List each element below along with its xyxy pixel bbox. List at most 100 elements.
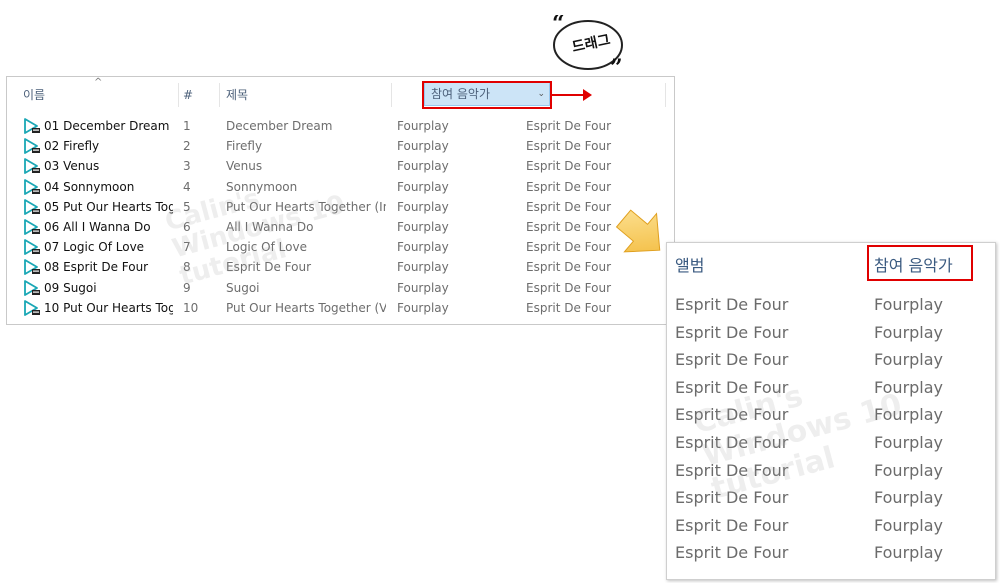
column-divider[interactable] (391, 83, 392, 107)
table-row[interactable]: 08 Esprit De Four 8 Esprit De Four Fourplay… (7, 257, 674, 277)
file-name-cell[interactable]: 08 Esprit De Four (23, 257, 173, 277)
track-artist: Fourplay (397, 300, 449, 315)
table-row[interactable]: 06 All I Wanna Do 6 All I Wanna Do Fourplay… (7, 217, 674, 237)
file-name-cell[interactable]: 01 December Dream (23, 116, 173, 136)
file-name-cell[interactable]: 06 All I Wanna Do (23, 217, 173, 237)
file-name: 01 December Dream (44, 119, 170, 133)
track-number: 6 (183, 219, 191, 234)
zoomed-row: Esprit De Four Fourplay (667, 349, 995, 377)
column-header-title[interactable]: 제목 (220, 77, 390, 111)
track-artist: Fourplay (397, 240, 449, 255)
file-name: 10 Put Our Hearts Tog... (44, 300, 173, 315)
audio-file-icon (23, 158, 41, 175)
track-number: 10 (183, 300, 199, 315)
file-name-cell[interactable]: 10 Put Our Hearts Tog... (23, 298, 173, 318)
zoomed-artist: Fourplay (874, 488, 944, 508)
table-row[interactable]: 09 Sugoi 9 Sugoi Fourplay Esprit De Four (7, 278, 674, 298)
table-row[interactable]: 04 Sonnymoon 4 Sonnymoon Fourplay Esprit De … (7, 177, 674, 197)
table-row[interactable]: 07 Logic Of Love 7 Logic Of Love Fourplay Es… (7, 237, 674, 257)
zoomed-artist: Fourplay (874, 460, 944, 480)
track-title: Put Our Hearts Together (Ins... (226, 199, 386, 214)
audio-file-icon (23, 239, 41, 256)
zoomed-row: Esprit De Four Fourplay (667, 460, 995, 488)
track-artist: Fourplay (397, 139, 449, 154)
zoomed-row: Esprit De Four Fourplay (667, 432, 995, 460)
zoomed-row: Esprit De Four Fourplay (667, 515, 995, 543)
file-list-view: ^ 이름 # 제목 참여 음악가 ⌄ 01 December Dream 1 Dec… (6, 76, 675, 325)
file-name: 05 Put Our Hearts Tog... (44, 199, 173, 214)
track-title: Sonnymoon (226, 179, 298, 194)
track-album: Esprit De Four (526, 139, 612, 154)
zoomed-artist: Fourplay (874, 377, 944, 397)
track-artist: Fourplay (397, 179, 449, 194)
track-number: 5 (183, 199, 191, 214)
table-row[interactable]: 10 Put Our Hearts Tog... 10 Put Our Hearts… (7, 298, 674, 318)
column-header-name[interactable]: 이름 (17, 77, 177, 111)
zoomed-album: Esprit De Four (675, 295, 789, 314)
zoomed-row: Esprit De Four Fourplay (667, 377, 995, 405)
track-artist: Fourplay (397, 260, 449, 275)
track-album: Esprit De Four (526, 119, 612, 133)
table-row[interactable]: 03 Venus 3 Venus Fourplay Esprit De Four (7, 156, 674, 176)
drag-arrow-head (583, 89, 592, 101)
zoomed-detail-panel: 앨범 참여 음악가 Esprit De Four Fourplay Esprit D… (666, 242, 996, 580)
zoomed-album: Esprit De Four (675, 432, 789, 452)
track-number: 1 (183, 119, 191, 133)
zoomed-rows: Esprit De Four Fourplay Esprit De Four Four… (667, 294, 995, 570)
audio-file-icon (23, 219, 41, 235)
zoomed-artist: Fourplay (874, 405, 944, 425)
track-album: Esprit De Four (526, 280, 612, 295)
zoomed-album: Esprit De Four (675, 488, 789, 508)
file-name-cell[interactable]: 05 Put Our Hearts Tog... (23, 197, 173, 217)
zoomed-artist: Fourplay (874, 350, 944, 370)
track-album: Esprit De Four (526, 159, 612, 174)
audio-file-icon (23, 299, 41, 316)
file-name-cell[interactable]: 04 Sonnymoon (23, 177, 173, 197)
track-title: Venus (226, 159, 263, 174)
file-name-cell[interactable]: 02 Firefly (23, 136, 173, 156)
zoomed-artist: Fourplay (874, 515, 944, 535)
zoomed-album: Esprit De Four (675, 377, 789, 397)
file-name-cell[interactable]: 07 Logic Of Love (23, 237, 173, 257)
svg-text:”: ” (610, 55, 623, 75)
track-number: 4 (183, 179, 191, 194)
svg-text:“: “ (552, 15, 565, 37)
column-divider[interactable] (665, 83, 666, 107)
track-album: Esprit De Four (526, 300, 612, 315)
zoomed-artist: Fourplay (874, 295, 944, 314)
zoomed-row: Esprit De Four Fourplay (667, 404, 995, 432)
track-album: Esprit De Four (526, 179, 612, 194)
audio-file-icon (23, 178, 41, 195)
track-artist: Fourplay (397, 119, 449, 133)
zoomed-row: Esprit De Four Fourplay (667, 322, 995, 350)
audio-file-icon (23, 138, 41, 155)
track-number: 7 (183, 240, 191, 255)
zoom-arrow-icon (615, 209, 661, 253)
track-title: Sugoi (226, 280, 260, 295)
column-header-bar: ^ 이름 # 제목 참여 음악가 ⌄ (7, 77, 674, 111)
audio-file-icon (23, 118, 41, 134)
track-artist: Fourplay (397, 280, 449, 295)
file-name-cell[interactable]: 03 Venus (23, 156, 173, 176)
zoomed-artist: Fourplay (874, 432, 944, 452)
track-title: Put Our Hearts Together (Vo... (226, 300, 386, 315)
zoomed-row: Esprit De Four Fourplay (667, 487, 995, 515)
column-header-album[interactable]: 앨범 (675, 251, 704, 281)
table-row[interactable]: 01 December Dream 1 December Dream Fourplay… (7, 116, 674, 136)
drag-arrow (552, 94, 585, 96)
track-number: 9 (183, 280, 191, 295)
file-name: 08 Esprit De Four (44, 260, 149, 275)
highlight-box (422, 81, 552, 109)
table-row[interactable]: 02 Firefly 2 Firefly Fourplay Esprit De Four (7, 136, 674, 156)
zoomed-artist: Fourplay (874, 543, 944, 563)
track-title: Logic Of Love (226, 240, 307, 255)
zoomed-album: Esprit De Four (675, 350, 789, 370)
file-name: 04 Sonnymoon (44, 179, 135, 194)
zoomed-album: Esprit De Four (675, 322, 789, 342)
zoomed-album: Esprit De Four (675, 515, 789, 535)
table-row[interactable]: 05 Put Our Hearts Tog... 5 Put Our Hearts … (7, 197, 674, 217)
column-header-number[interactable]: # (177, 77, 217, 111)
zoomed-row: Esprit De Four Fourplay (667, 542, 995, 570)
track-title: All I Wanna Do (226, 219, 314, 234)
file-name-cell[interactable]: 09 Sugoi (23, 278, 173, 298)
